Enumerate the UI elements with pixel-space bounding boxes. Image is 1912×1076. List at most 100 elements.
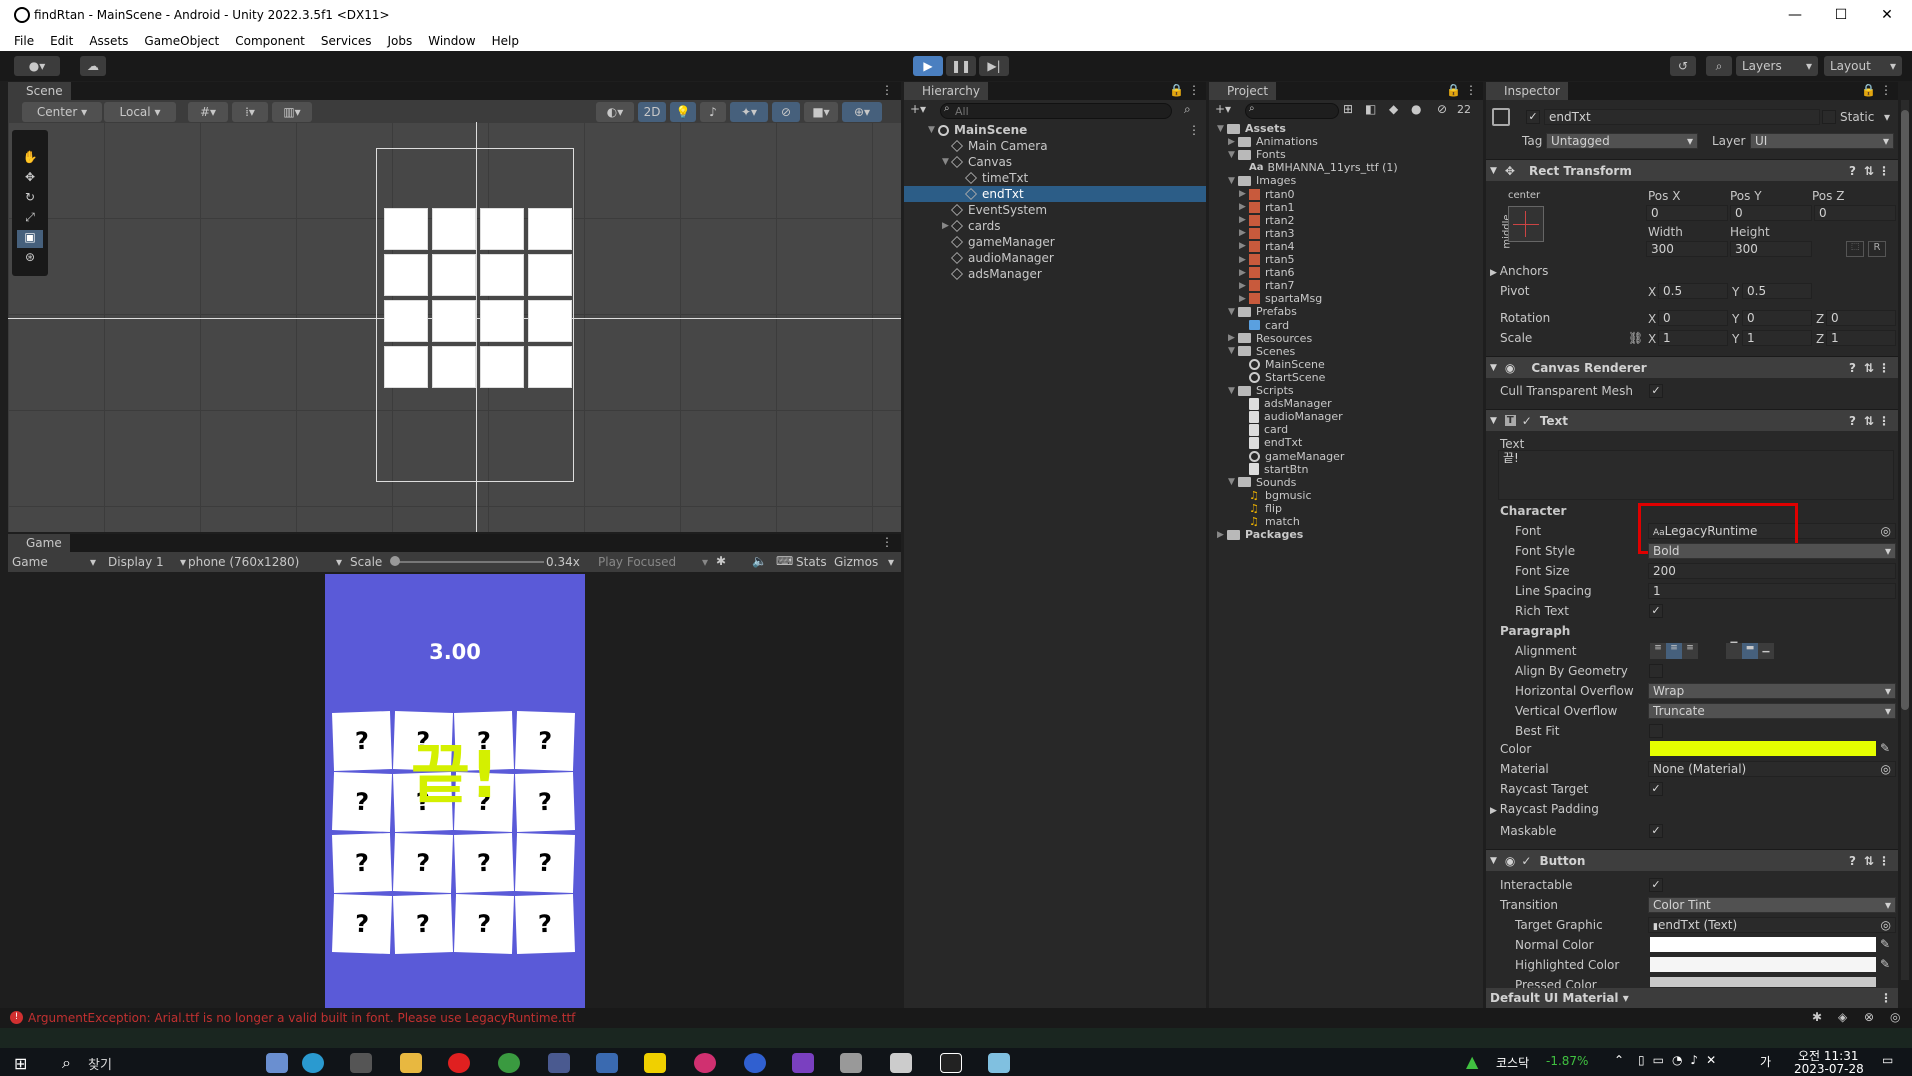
project-item[interactable]: card — [1209, 319, 1289, 332]
game-card[interactable]: ? — [515, 894, 575, 954]
tab-game[interactable]: Game — [8, 534, 70, 552]
foldout-arrow-icon[interactable]: ▶ — [1217, 530, 1227, 540]
button-enabled-checkbox[interactable]: ✓ — [1521, 854, 1531, 868]
add-button[interactable]: +▾ — [910, 102, 926, 116]
foldout-arrow-icon[interactable]: ▼ — [1228, 307, 1238, 317]
foldout-arrow-icon[interactable]: ▶ — [1239, 294, 1249, 304]
notification-icon[interactable]: ▭ — [1882, 1053, 1893, 1067]
hierarchy-item[interactable]: adsManager — [904, 266, 1206, 282]
gizmos-icon[interactable]: ⊕▾ — [842, 102, 882, 122]
lighting-icon[interactable]: 💡 — [670, 102, 696, 122]
add-button[interactable]: +▾ — [1215, 102, 1231, 116]
static-checkbox[interactable] — [1822, 110, 1836, 124]
link-icon[interactable]: ⛓ — [1628, 331, 1643, 345]
hierarchy-item[interactable]: endTxt — [904, 186, 1206, 202]
align-middle-icon[interactable]: ▬ — [1742, 643, 1758, 659]
hierarchy-item[interactable]: timeTxt — [904, 170, 1206, 186]
more-icon[interactable]: ⋮ — [1880, 83, 1892, 97]
effects-icon[interactable]: ✦▾ — [730, 102, 768, 122]
taskbar-app-calendar-icon[interactable] — [548, 1053, 570, 1073]
project-item[interactable]: MainScene — [1209, 358, 1325, 371]
taskbar-search-label[interactable]: 찾기 — [88, 1054, 112, 1073]
project-item[interactable]: ▶ rtan4 — [1209, 240, 1295, 253]
view-dropdown[interactable]: Game ▾ — [12, 555, 100, 569]
taskbar-app-kakaotalk-icon[interactable] — [644, 1053, 666, 1073]
eyedropper-icon[interactable]: ✎ — [1880, 741, 1890, 755]
more-icon[interactable]: ⋮ — [881, 535, 893, 549]
hand-tool-icon[interactable]: ✋ — [17, 150, 43, 168]
rot-x-field[interactable]: 0 — [1658, 310, 1728, 326]
inspector-scrollbar[interactable] — [1901, 100, 1909, 980]
project-item[interactable]: startBtn — [1209, 463, 1308, 476]
rect-tool-icon[interactable]: ▣ — [17, 230, 43, 248]
audio-toggle-icon[interactable]: ♪ — [700, 102, 726, 122]
more-icon[interactable]: ⋮ — [881, 83, 893, 97]
text-area[interactable]: 끝! — [1498, 450, 1894, 500]
game-card[interactable]: ? — [393, 833, 453, 893]
settings-icon[interactable]: ⇅ — [1864, 361, 1874, 375]
project-item[interactable]: ▶ rtan3 — [1209, 227, 1295, 240]
align-center-icon[interactable]: ≡ — [1666, 643, 1682, 659]
menu-window[interactable]: Window — [428, 34, 475, 48]
draw-mode-button[interactable]: ◐▾ — [596, 102, 634, 122]
bug-icon[interactable]: ✱ — [716, 554, 726, 568]
scale-slider-handle[interactable] — [390, 556, 400, 566]
highlighted-color-swatch[interactable] — [1650, 957, 1876, 972]
visibility-icon[interactable]: ⊘ — [1437, 102, 1447, 116]
help-icon[interactable]: ? — [1849, 164, 1856, 178]
font-style-dropdown[interactable]: Bold ▾ — [1648, 543, 1896, 559]
foldout-arrow-icon[interactable]: ▼ — [1228, 176, 1238, 186]
info-icon[interactable]: ● — [1411, 102, 1421, 116]
project-item[interactable]: endTxt — [1209, 436, 1302, 449]
settings-icon[interactable]: ⇅ — [1864, 854, 1874, 868]
scale-tool-icon[interactable]: ⤢ — [17, 210, 43, 228]
mute-audio-icon[interactable]: 🔈 — [752, 554, 767, 568]
project-item[interactable]: ▼ Fonts — [1209, 148, 1286, 161]
hierarchy-item[interactable]: EventSystem — [904, 202, 1206, 218]
project-item[interactable]: ♫ match — [1209, 515, 1300, 528]
pause-button[interactable]: ❚❚ — [946, 56, 976, 76]
stock-widget-icon[interactable]: ▲ — [1466, 1052, 1478, 1071]
project-item[interactable]: ♫ flip — [1209, 502, 1282, 515]
hierarchy-item[interactable]: ▼ MainScene ⋮ — [904, 122, 1206, 138]
menu-assets[interactable]: Assets — [89, 34, 128, 48]
settings-icon[interactable]: ⇅ — [1864, 164, 1874, 178]
space-dropdown[interactable]: Local ▾ — [104, 102, 176, 122]
align-left-icon[interactable]: ≡ — [1650, 643, 1666, 659]
raw-edit-button[interactable]: R — [1868, 241, 1886, 257]
align-right-icon[interactable]: ≡ — [1682, 643, 1698, 659]
taskbar-app-notes-icon[interactable] — [988, 1053, 1010, 1073]
scene-viewport[interactable] — [8, 122, 901, 532]
menu-help[interactable]: Help — [492, 34, 519, 48]
taskbar-app-jetbrains-icon[interactable] — [940, 1053, 962, 1073]
taskbar-app-bluetooth-icon[interactable] — [744, 1053, 766, 1073]
foldout-arrow-icon[interactable]: ▼ — [1228, 386, 1238, 396]
lock-icon[interactable]: 🔒 — [1861, 83, 1876, 97]
project-item[interactable]: gameManager — [1209, 450, 1344, 463]
foldout-arrow-icon[interactable]: ▶ — [1239, 281, 1249, 291]
taskbar-app-chrome-icon[interactable] — [498, 1053, 520, 1073]
more-icon[interactable]: ⋮ — [1465, 83, 1477, 97]
posx-field[interactable]: 0 — [1646, 205, 1728, 221]
active-checkbox[interactable]: ✓ — [1526, 110, 1540, 124]
height-field[interactable]: 300 — [1730, 241, 1812, 257]
maximize-button[interactable]: ☐ — [1818, 0, 1864, 31]
text-component-header[interactable]: ▼ T ✓ Text ? ⇅ ⋮ — [1486, 409, 1898, 431]
clock-date[interactable]: 2023-07-28 — [1794, 1062, 1864, 1076]
move-tool-icon[interactable]: ✥ — [17, 170, 43, 188]
project-item[interactable]: ▼ Scenes — [1209, 345, 1295, 358]
more-icon[interactable]: ⋮ — [1878, 414, 1890, 428]
console-error-message[interactable]: ArgumentException: Arial.ttf is no longe… — [28, 1011, 575, 1025]
lock-icon[interactable]: 🔒 — [1169, 83, 1184, 97]
cloud-icon[interactable]: ☁ — [80, 56, 106, 76]
camera-icon[interactable]: ■▾ — [804, 102, 838, 122]
project-item[interactable]: ▼ Assets — [1209, 122, 1286, 135]
hierarchy-item[interactable]: ▼ Canvas — [904, 154, 1206, 170]
object-picker-icon[interactable]: ◎ — [1881, 524, 1891, 538]
project-search-input[interactable] — [1245, 103, 1339, 119]
eyedropper-icon[interactable]: ✎ — [1880, 937, 1890, 951]
foldout-arrow-icon[interactable]: ▼ — [1228, 346, 1238, 356]
hierarchy-item[interactable]: gameManager — [904, 234, 1206, 250]
ime-icon[interactable]: 가 — [1760, 1053, 1771, 1070]
visibility-icon[interactable]: ⊘ — [772, 102, 800, 122]
